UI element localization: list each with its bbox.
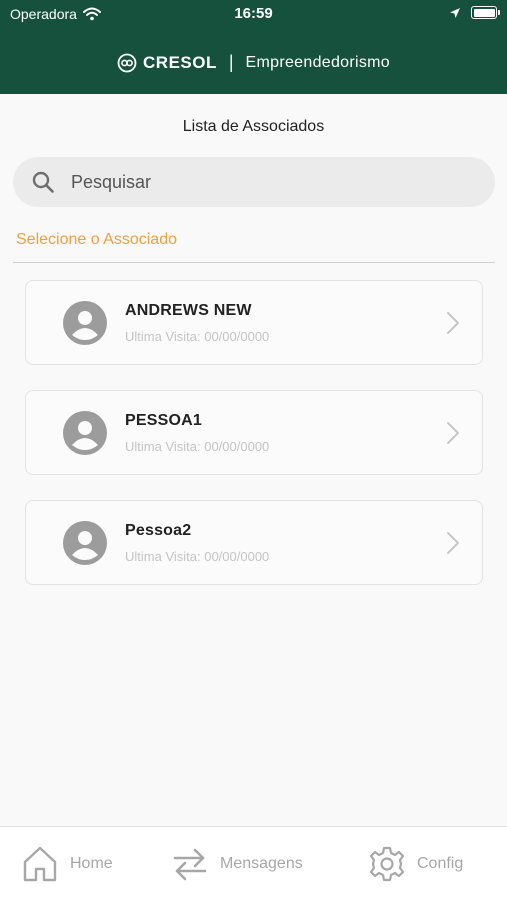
- cresol-logo-icon: [117, 53, 137, 72]
- search-icon: [32, 171, 54, 193]
- associate-card[interactable]: PESSOA1 Ultima Visita: 00/00/0000: [25, 390, 483, 475]
- tab-config-label: Config: [417, 855, 464, 872]
- associate-card[interactable]: ANDREWS NEW Ultima Visita: 00/00/0000: [25, 280, 483, 365]
- battery-icon: [471, 6, 500, 19]
- status-time: 16:59: [234, 5, 273, 22]
- home-icon: [23, 846, 57, 882]
- avatar-icon: [63, 521, 107, 565]
- section-label: Selecione o Associado: [16, 231, 177, 248]
- chevron-right-icon: [447, 312, 459, 334]
- associate-name: ANDREWS NEW: [125, 302, 252, 319]
- tab-home-label: Home: [70, 855, 113, 872]
- chevron-right-icon: [447, 532, 459, 554]
- associate-card[interactable]: Pessoa2 Ultima Visita: 00/00/0000: [25, 500, 483, 585]
- status-right: [449, 6, 500, 19]
- associate-name: Pessoa2: [125, 522, 192, 539]
- tab-mensagens[interactable]: Mensagens: [172, 845, 303, 883]
- tab-bar: Home Mensagens Config: [0, 826, 507, 900]
- associate-last-visit: Ultima Visita: 00/00/0000: [125, 439, 270, 454]
- brand-bar: CRESOL | Empreendedorismo: [0, 52, 507, 73]
- tab-mensagens-label: Mensagens: [220, 855, 303, 872]
- associate-name: PESSOA1: [125, 412, 202, 429]
- swap-arrows-icon: [173, 848, 207, 881]
- search-bar[interactable]: [13, 157, 495, 207]
- page-title: Lista de Associados: [182, 118, 325, 135]
- brand-separator: |: [228, 52, 234, 72]
- tab-home[interactable]: Home: [22, 845, 113, 883]
- tab-config[interactable]: Config: [369, 845, 463, 883]
- app-header: Operadora 16:59 CRESOL | Empreendedorism…: [0, 0, 507, 94]
- section-divider: [13, 262, 495, 263]
- brand-logo: CRESOL: [117, 53, 217, 73]
- avatar-icon: [63, 301, 107, 345]
- avatar-icon: [63, 411, 107, 455]
- brand-name: CRESOL: [143, 52, 217, 72]
- status-bar: Operadora 16:59: [0, 0, 507, 28]
- gear-icon: [369, 846, 405, 882]
- associates-list: ANDREWS NEW Ultima Visita: 00/00/0000 PE…: [25, 280, 483, 610]
- search-input[interactable]: [71, 171, 451, 193]
- location-arrow-icon: [450, 7, 460, 18]
- brand-subtitle: Empreendedorismo: [245, 53, 390, 71]
- associate-last-visit: Ultima Visita: 00/00/0000: [125, 549, 270, 564]
- associate-last-visit: Ultima Visita: 00/00/0000: [125, 329, 270, 344]
- chevron-right-icon: [447, 422, 459, 444]
